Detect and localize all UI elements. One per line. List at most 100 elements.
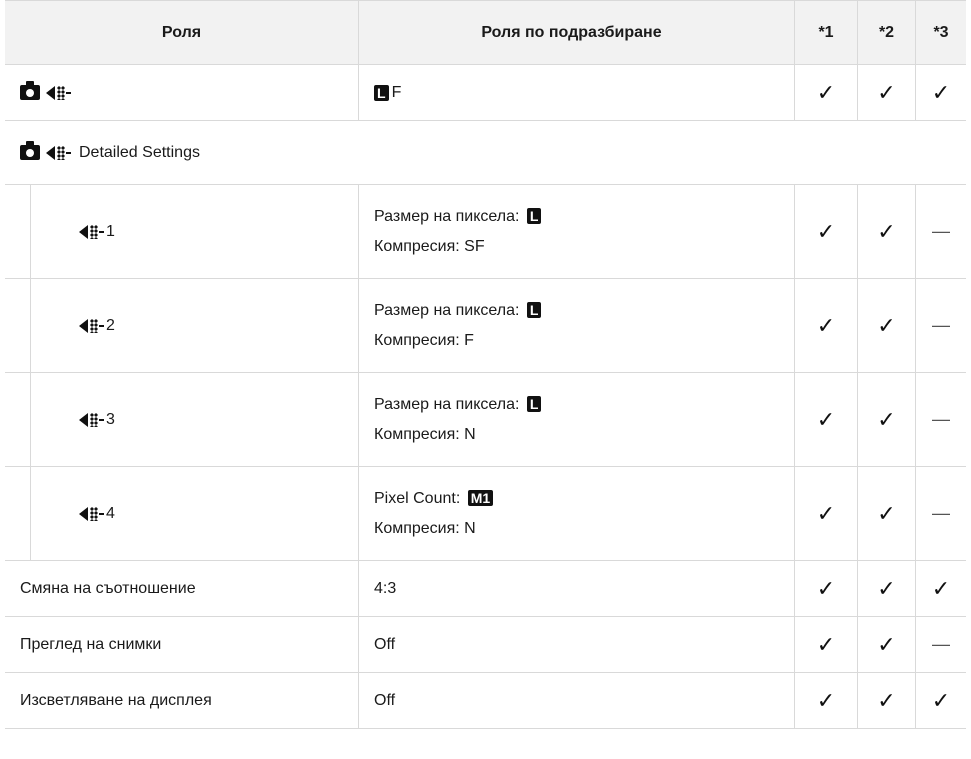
check-cell-2: ✓ bbox=[857, 617, 915, 672]
check-icon: ✓ bbox=[877, 631, 896, 657]
row-label: 1 bbox=[30, 185, 358, 278]
check-cell-1: ✓ bbox=[794, 673, 857, 728]
row-label bbox=[5, 65, 358, 120]
dash-icon: — bbox=[932, 503, 950, 523]
check-cell-1: ✓ bbox=[794, 373, 857, 466]
check-icon: ✓ bbox=[877, 500, 896, 526]
check-cell-3: ✓ bbox=[915, 65, 966, 120]
image-quality-icon bbox=[79, 506, 104, 521]
check-icon: ✓ bbox=[877, 218, 896, 244]
row-default: L F bbox=[358, 65, 794, 120]
header-role: Роля bbox=[161, 23, 202, 41]
check-cell-2: ✓ bbox=[857, 279, 915, 372]
table-row-sub-4: 4 Pixel Count: M1 Компресия: N ✓ ✓ — bbox=[5, 467, 966, 561]
check-icon: ✓ bbox=[877, 687, 896, 713]
sub-number: 1 bbox=[106, 222, 115, 240]
image-quality-icon bbox=[79, 318, 104, 333]
row-default: Размер на пиксела: L Компресия: N bbox=[358, 373, 794, 466]
check-cell-2: ✓ bbox=[857, 561, 915, 616]
check-icon: ✓ bbox=[931, 575, 951, 601]
check-icon: ✓ bbox=[877, 79, 896, 105]
size-l-badge: L bbox=[526, 396, 542, 413]
row-default: Off bbox=[358, 673, 794, 728]
row-label: Изсветляване на дисплея bbox=[20, 691, 212, 709]
dash-icon: — bbox=[932, 315, 950, 335]
check-icon: ✓ bbox=[816, 687, 836, 713]
pixel-count-label: Pixel Count: bbox=[374, 489, 465, 507]
header-default-role: Роля по подразбиране bbox=[358, 1, 794, 64]
pixel-size-label: Размер на пиксела: bbox=[374, 301, 524, 319]
table-row-detailed-settings: Detailed Settings bbox=[5, 121, 966, 185]
check-cell-2: ✓ bbox=[857, 185, 915, 278]
check-cell-3: — bbox=[915, 467, 966, 560]
check-cell-3: ✓ bbox=[915, 561, 966, 616]
compression-suffix: F bbox=[391, 83, 402, 101]
check-cell-1: ✓ bbox=[794, 617, 857, 672]
size-l-badge: L bbox=[526, 208, 542, 225]
camera-icon bbox=[20, 81, 40, 100]
detailed-settings-label: Detailed Settings bbox=[79, 143, 200, 161]
check-icon: ✓ bbox=[931, 79, 951, 105]
row-label: 2 bbox=[30, 279, 358, 372]
image-quality-icon bbox=[46, 145, 71, 160]
check-cell-1: ✓ bbox=[794, 561, 857, 616]
check-cell-3: — bbox=[915, 617, 966, 672]
header-col-2: *2 bbox=[857, 1, 915, 64]
group-label: Detailed Settings bbox=[5, 121, 966, 184]
compression-text: Компресия: SF bbox=[374, 237, 485, 255]
row-default: Pixel Count: M1 Компресия: N bbox=[358, 467, 794, 560]
check-icon: ✓ bbox=[816, 312, 836, 338]
sub-number: 2 bbox=[106, 316, 115, 334]
check-icon: ✓ bbox=[816, 79, 836, 105]
size-l-badge: L bbox=[526, 302, 542, 319]
table-row-sub-2: 2 Размер на пиксела: L Компресия: F ✓ ✓ … bbox=[5, 279, 966, 373]
row-default: Off bbox=[358, 617, 794, 672]
row-default: Размер на пиксела: L Компресия: SF bbox=[358, 185, 794, 278]
check-icon: ✓ bbox=[877, 312, 896, 338]
compression-text: Компресия: N bbox=[374, 425, 476, 443]
row-default: Размер на пиксела: L Компресия: F bbox=[358, 279, 794, 372]
row-default: 4:3 bbox=[358, 561, 794, 616]
check-cell-1: ✓ bbox=[794, 65, 857, 120]
settings-table: Роля Роля по подразбиране *1 *2 *3 L F ✓… bbox=[5, 0, 966, 729]
header-col-1: *1 bbox=[794, 1, 857, 64]
row-label: 3 bbox=[30, 373, 358, 466]
dash-icon: — bbox=[932, 634, 950, 654]
check-cell-2: ✓ bbox=[857, 467, 915, 560]
check-cell-2: ✓ bbox=[857, 373, 915, 466]
image-quality-icon bbox=[79, 224, 104, 239]
table-row-sub-3: 3 Размер на пиксела: L Компресия: N ✓ ✓ … bbox=[5, 373, 966, 467]
row-label: Преглед на снимки bbox=[20, 635, 162, 653]
check-cell-3: — bbox=[915, 279, 966, 372]
image-quality-icon bbox=[46, 85, 71, 100]
check-cell-3: — bbox=[915, 185, 966, 278]
camera-icon bbox=[20, 141, 40, 160]
check-icon: ✓ bbox=[816, 406, 836, 432]
image-quality-icon bbox=[79, 412, 104, 427]
check-icon: ✓ bbox=[816, 218, 836, 244]
table-row-aspect: Смяна на съотношение 4:3 ✓ ✓ ✓ bbox=[5, 561, 966, 617]
check-cell-3: — bbox=[915, 373, 966, 466]
sub-number: 3 bbox=[106, 410, 115, 428]
check-cell-1: ✓ bbox=[794, 467, 857, 560]
check-cell-1: ✓ bbox=[794, 185, 857, 278]
sub-number: 4 bbox=[106, 504, 115, 522]
check-icon: ✓ bbox=[816, 575, 836, 601]
table-row-review: Преглед на снимки Off ✓ ✓ — bbox=[5, 617, 966, 673]
size-m1-badge: M1 bbox=[467, 490, 494, 507]
table-row-image-quality: L F ✓ ✓ ✓ bbox=[5, 65, 966, 121]
check-cell-2: ✓ bbox=[857, 65, 915, 120]
header-col-3: *3 bbox=[915, 1, 966, 64]
check-cell-3: ✓ bbox=[915, 673, 966, 728]
check-icon: ✓ bbox=[816, 500, 836, 526]
table-row-sub-1: 1 Размер на пиксела: L Компресия: SF ✓ ✓… bbox=[5, 185, 966, 279]
dash-icon: — bbox=[932, 221, 950, 241]
check-cell-1: ✓ bbox=[794, 279, 857, 372]
check-icon: ✓ bbox=[931, 687, 951, 713]
dash-icon: — bbox=[932, 409, 950, 429]
check-cell-2: ✓ bbox=[857, 673, 915, 728]
pixel-size-label: Размер на пиксела: bbox=[374, 395, 524, 413]
check-icon: ✓ bbox=[816, 631, 836, 657]
row-label: 4 bbox=[30, 467, 358, 560]
check-icon: ✓ bbox=[877, 575, 896, 601]
